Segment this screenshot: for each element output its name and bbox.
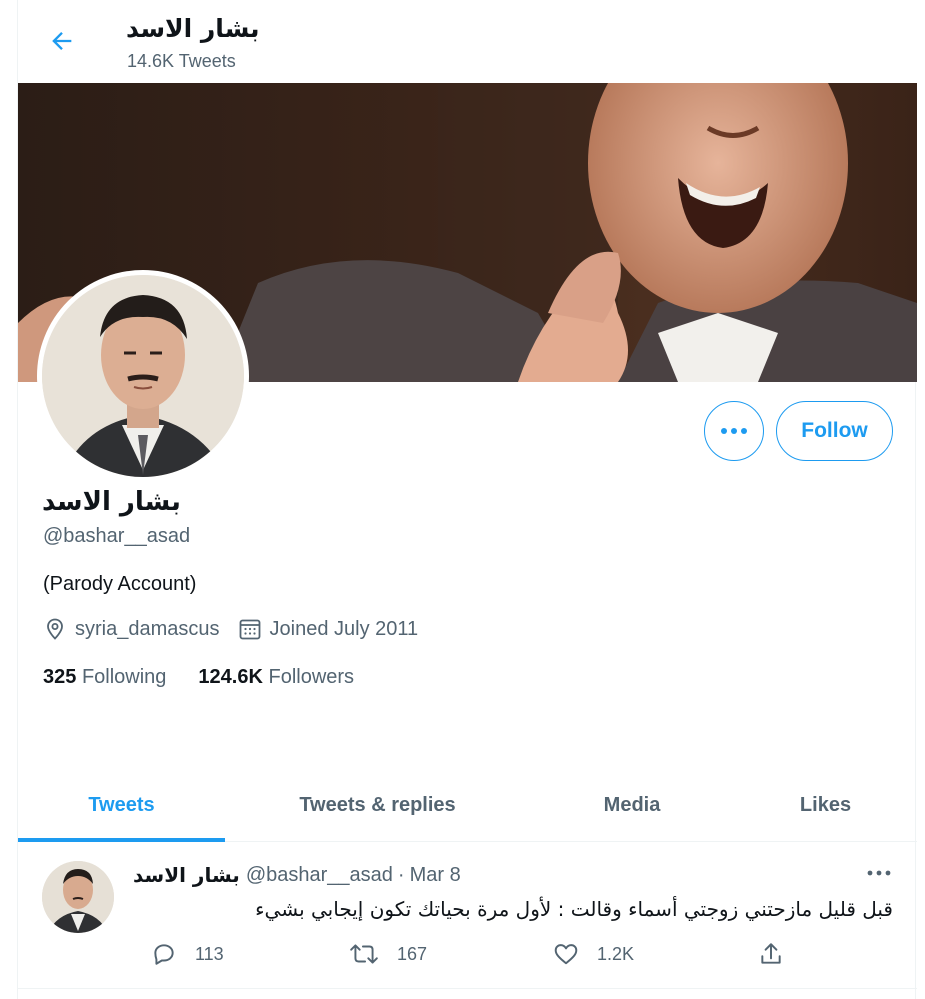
tweet-separator: ·	[397, 863, 405, 886]
tab-tweets-replies[interactable]: Tweets & replies	[225, 768, 530, 842]
like-count: 1.2K	[597, 943, 635, 964]
tweet[interactable]: بشار الاسد @bashar__asad · Mar 8 قبل قلي…	[18, 843, 917, 989]
tweet-author-handle[interactable]: @bashar__asad	[246, 864, 393, 887]
following-label: Following	[81, 666, 167, 688]
profile-bio: (Parody Account)	[43, 573, 197, 595]
more-horizontal-icon	[867, 870, 891, 876]
tweet-timestamp[interactable]: Mar 8	[410, 864, 461, 887]
share-icon	[761, 943, 781, 964]
profile-avatar[interactable]	[37, 270, 249, 482]
tweet-avatar[interactable]	[42, 861, 114, 933]
tweet-header: بشار الاسد @bashar__asad · Mar 8	[133, 863, 461, 887]
arrow-left-icon	[52, 32, 72, 50]
profile-stats: 325 Following 124.6K Followers	[43, 666, 386, 689]
tab-media[interactable]: Media	[530, 768, 734, 842]
like-button[interactable]: 1.2K	[553, 941, 634, 967]
profile-header: بشار الاسد 14.6K Tweets	[18, 0, 917, 83]
reply-icon	[154, 944, 174, 965]
reply-count: 113	[195, 943, 224, 964]
active-tab-indicator	[18, 838, 225, 842]
avatar-image	[42, 275, 244, 477]
heart-icon	[554, 944, 578, 965]
tab-tweets[interactable]: Tweets	[18, 768, 225, 842]
profile-tabs: Tweets Tweets & replies Media Likes	[18, 768, 917, 842]
header-title: بشار الاسد	[126, 14, 260, 43]
retweet-button[interactable]: 167	[349, 941, 427, 967]
profile-joined: Joined July 2011	[238, 617, 419, 641]
follow-button[interactable]: Follow	[776, 401, 893, 461]
calendar-icon	[239, 619, 260, 640]
followers-count: 124.6K	[198, 666, 263, 688]
header-tweet-count: 14.6K Tweets	[127, 51, 236, 71]
retweet-icon	[350, 944, 378, 964]
profile-handle: @bashar__asad	[43, 525, 191, 547]
share-button[interactable]	[758, 941, 802, 967]
profile-column: بشار الاسد 14.6K Tweets Follow بشار الاس…	[17, 0, 917, 999]
back-button[interactable]	[40, 19, 84, 63]
tweet-actions: 113 167 1.2K	[133, 941, 793, 977]
tweet-avatar-image	[42, 861, 114, 933]
followers-link[interactable]: 124.6K Followers	[198, 666, 354, 689]
more-options-button[interactable]	[704, 401, 764, 461]
reply-button[interactable]: 113	[151, 941, 224, 967]
profile-location: syria_damascus	[43, 617, 220, 641]
followers-label: Followers	[268, 666, 355, 688]
location-pin-icon	[47, 618, 63, 640]
profile-name: بشار الاسد	[42, 487, 181, 517]
tweet-more-button[interactable]	[861, 861, 897, 885]
tweet-author-name[interactable]: بشار الاسد	[133, 863, 240, 887]
more-horizontal-icon	[721, 428, 747, 434]
retweet-count: 167	[397, 943, 428, 964]
tweet-text: قبل قليل مازحتني زوجتي أسماء وقالت : لأو…	[255, 897, 893, 921]
location-text: syria_damascus	[75, 617, 220, 640]
following-link[interactable]: 325 Following	[43, 666, 166, 689]
profile-meta: syria_damascus Joined July 2011	[43, 617, 436, 641]
joined-text: Joined July 2011	[269, 617, 419, 640]
tab-likes[interactable]: Likes	[734, 768, 917, 842]
following-count: 325	[43, 666, 77, 688]
